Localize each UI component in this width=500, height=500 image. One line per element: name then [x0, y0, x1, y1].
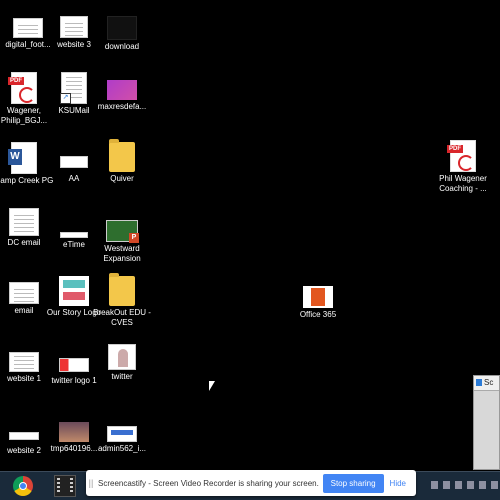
desktop-icon-label: Westward Expansion — [103, 244, 141, 263]
image-icon — [107, 80, 137, 100]
pdf-icon: PDF — [447, 140, 476, 172]
desktop-icon-maxresdefault[interactable]: maxresdefa... — [87, 72, 157, 112]
powerpoint-icon: P — [106, 220, 139, 243]
folder-icon — [109, 139, 135, 172]
image-icon — [108, 344, 136, 370]
tray-icon[interactable] — [431, 481, 438, 489]
image-icon — [59, 276, 89, 306]
desktop-icon-label: Quiver — [110, 174, 134, 183]
document-icon — [9, 432, 39, 440]
share-message: Screencastify - Screen Video Recorder is… — [98, 478, 319, 488]
desktop-icon-label: Phil Wagener Coaching - ... — [439, 174, 487, 193]
stop-sharing-button[interactable]: Stop sharing — [322, 473, 384, 493]
tray-icon[interactable] — [479, 481, 486, 489]
desktop-icon-breakout-edu[interactable]: BreakOut EDU - CVES — [87, 273, 157, 328]
screen-share-notification: || Screencastify - Screen Video Recorder… — [86, 470, 416, 496]
desktop-icon-download[interactable]: download — [87, 12, 157, 52]
desktop-icon-admin562[interactable]: admin562_i... — [87, 412, 157, 454]
tray-icon[interactable] — [467, 481, 474, 489]
desktop-icon-label: download — [104, 42, 140, 51]
pdf-icon: PDF — [8, 72, 37, 104]
drag-handle-icon[interactable]: || — [86, 478, 96, 488]
tray-icon[interactable] — [443, 481, 450, 489]
system-tray — [431, 481, 498, 489]
document-icon — [60, 232, 88, 238]
film-strip-icon[interactable] — [54, 475, 76, 497]
desktop-icon-quiver[interactable]: Quiver — [87, 139, 157, 184]
side-window[interactable]: Sc — [473, 375, 500, 470]
image-icon — [59, 422, 89, 442]
desktop-icon-label: twitter — [111, 372, 133, 381]
document-icon — [60, 156, 88, 168]
mouse-cursor-icon — [209, 381, 215, 391]
image-icon — [59, 358, 89, 372]
desktop-icon-office-365[interactable]: Office 365 — [283, 282, 353, 320]
tray-icon[interactable] — [455, 481, 462, 489]
folder-icon — [109, 273, 135, 306]
desktop-icon-label: admin562_i... — [97, 444, 147, 453]
office-icon — [303, 286, 333, 308]
image-icon — [107, 16, 137, 40]
desktop-icon-phil-wagener-coaching[interactable]: PDF Phil Wagener Coaching - ... — [428, 140, 498, 194]
hide-button[interactable]: Hide — [390, 479, 406, 488]
document-icon — [9, 208, 39, 236]
shortcut-document-icon: ↗ — [60, 72, 87, 104]
image-icon — [107, 426, 137, 442]
desktop-icon-label: BreakOut EDU - CVES — [93, 308, 151, 327]
desktop-icon-westward-expansion[interactable]: P Westward Expansion — [87, 208, 157, 264]
desktop-icon-label: maxresdefa... — [97, 102, 147, 111]
desktop-icon-label: Office 365 — [299, 310, 337, 319]
document-icon — [60, 16, 88, 39]
word-document-icon: W — [8, 142, 37, 174]
document-icon — [9, 282, 39, 305]
document-icon — [9, 352, 39, 372]
chrome-icon[interactable] — [13, 476, 33, 496]
side-window-title: Sc — [474, 376, 499, 391]
desktop-icon-twitter[interactable]: twitter — [87, 344, 157, 382]
tray-icon[interactable] — [491, 481, 498, 489]
